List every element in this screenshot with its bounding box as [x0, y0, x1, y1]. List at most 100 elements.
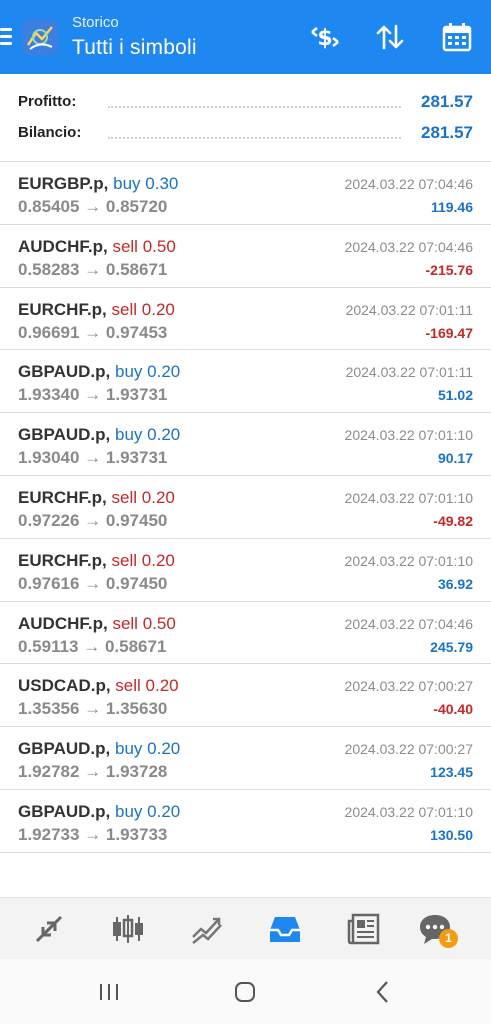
close-price: 1.93728: [105, 762, 168, 782]
calendar-icon[interactable]: [440, 20, 474, 54]
trade-time: 2024.03.22 07:00:27: [344, 678, 473, 695]
menu-icon[interactable]: [0, 28, 12, 46]
trade-time: 2024.03.22 07:04:46: [344, 238, 473, 255]
trade-volume: 0.30: [145, 174, 179, 193]
header-subtitle: Storico: [72, 14, 119, 31]
deposit-withdraw-icon[interactable]: $: [308, 20, 342, 54]
trade-direction: sell: [111, 487, 138, 507]
trade-header: GBPAUD.p, buy 0.20: [18, 739, 180, 759]
trade-symbol: AUDCHF.p,: [18, 236, 108, 256]
arrow-right-icon: →: [79, 197, 106, 216]
trade-symbol: GBPAUD.p,: [18, 801, 111, 821]
open-price: 0.85405: [18, 197, 80, 216]
open-price: 1.92733: [18, 824, 80, 844]
recent-apps-icon[interactable]: [94, 977, 124, 1007]
home-icon[interactable]: [230, 977, 260, 1007]
trade-prices: 0.97616 → 0.97450: [18, 574, 167, 594]
trade-symbol: EURGBP.p,: [18, 174, 109, 193]
balance-row: Bilancio: 281.57: [18, 123, 473, 148]
trade-row[interactable]: EURCHF.p, sell 0.20 0.97226 → 0.97450 2024…: [0, 476, 491, 539]
trade-profit: 51.02: [437, 387, 473, 404]
trade-row[interactable]: GBPAUD.p, buy 0.20 1.93340 → 1.93731 2024.…: [0, 350, 491, 414]
arrow-right-icon: →: [79, 762, 106, 782]
arrow-right-icon: →: [79, 824, 106, 844]
trade-volume: 0.20: [147, 739, 181, 759]
app-header: Storico Tutti i simboli $: [0, 0, 491, 74]
trade-row[interactable]: EURCHF.p, sell 0.20 0.97616 → 0.97450 2024…: [0, 539, 491, 602]
trade-header: AUDCHF.p, sell 0.50: [18, 614, 176, 634]
trade-volume: 0.20: [147, 801, 181, 821]
trade-direction: sell: [115, 676, 141, 696]
close-price: 1.93731: [105, 448, 168, 468]
trade-symbol: AUDCHF.p,: [18, 613, 108, 633]
back-icon[interactable]: [368, 977, 398, 1007]
close-price: 0.58671: [104, 636, 167, 656]
arrow-right-icon: →: [79, 322, 106, 342]
trade-time: 2024.03.22 07:01:10: [344, 427, 473, 444]
trade-time: 2024.03.22 07:01:11: [345, 301, 473, 318]
trade-header: GBPAUD.p, buy 0.20: [18, 425, 180, 445]
trade-volume: 0.20: [145, 676, 179, 696]
trade-time: 2024.03.22 07:01:10: [344, 489, 473, 506]
sort-icon[interactable]: [373, 20, 407, 54]
profit-row: Profitto: 281.57: [18, 92, 473, 117]
trade-symbol: USDCAD.p,: [18, 676, 111, 696]
trade-profit: -215.76: [425, 261, 473, 278]
trade-prices: 0.85405 → 0.85720: [18, 197, 167, 217]
trade-row[interactable]: AUDCHF.p, sell 0.50 0.59113 → 0.58671 2024…: [0, 602, 491, 665]
trade-history-list: EURGBP.p, buy 0.30 0.85405 → 0.85720 2024.…: [0, 162, 491, 853]
trade-icon[interactable]: [189, 911, 225, 947]
chart-icon[interactable]: [110, 911, 146, 947]
close-price: 0.97450: [105, 573, 168, 593]
trade-row[interactable]: AUDCHF.p, sell 0.50 0.58283 → 0.58671 2024…: [0, 225, 491, 288]
trade-profit: 245.79: [430, 638, 473, 655]
close-price: 0.58671: [105, 259, 168, 279]
trade-header: EURCHF.p, sell 0.20: [18, 300, 175, 320]
trade-row[interactable]: EURGBP.p, buy 0.30 0.85405 → 0.85720 2024.…: [0, 162, 491, 225]
trade-symbol: EURCHF.p,: [18, 299, 107, 319]
open-price: 1.35356: [18, 699, 80, 719]
system-navigation-bar: [0, 959, 491, 1024]
trade-prices: 1.92782 → 1.93728: [18, 762, 167, 782]
trade-time: 2024.03.22 07:01:11: [345, 364, 473, 381]
chat-icon[interactable]: 1: [417, 911, 458, 948]
news-icon[interactable]: [346, 911, 382, 947]
dotted-leader: [108, 106, 401, 108]
open-price: 0.58283: [18, 259, 80, 279]
trade-header: GBPAUD.p, buy 0.20: [18, 802, 180, 822]
trade-row[interactable]: EURCHF.p, sell 0.20 0.96691 → 0.97453 2024…: [0, 288, 491, 351]
profit-value: 281.57: [421, 92, 473, 111]
trade-header: EURGBP.p, buy 0.30: [18, 174, 178, 194]
trade-header: EURCHF.p, sell 0.20: [18, 551, 175, 571]
trade-volume: 0.20: [147, 362, 181, 382]
open-price: 1.93040: [18, 448, 80, 468]
trade-profit: -169.47: [425, 324, 473, 341]
trade-row[interactable]: USDCAD.p, sell 0.20 1.35356 → 1.35630 2024…: [0, 664, 491, 728]
trade-time: 2024.03.22 07:01:10: [344, 803, 473, 820]
app-logo: [22, 19, 58, 55]
trade-volume: 0.20: [141, 487, 175, 507]
trade-profit: 123.45: [430, 764, 473, 781]
trade-symbol: GBPAUD.p,: [18, 362, 111, 382]
trade-row[interactable]: GBPAUD.p, buy 0.20 1.93040 → 1.93731 2024.…: [0, 413, 491, 476]
trade-symbol: EURCHF.p,: [18, 550, 107, 570]
trade-symbol: EURCHF.p,: [18, 487, 107, 507]
open-price: 1.92782: [18, 762, 80, 782]
trade-direction: buy: [114, 362, 143, 382]
trade-profit: 90.17: [437, 450, 473, 467]
trade-row[interactable]: GBPAUD.p, buy 0.20 1.92782 → 1.93728 2024.…: [0, 727, 491, 790]
trade-symbol: GBPAUD.p,: [18, 739, 111, 759]
balance-label: Bilancio:: [18, 124, 82, 141]
quotes-icon[interactable]: [31, 911, 67, 947]
trade-volume: 0.20: [141, 550, 175, 570]
header-title[interactable]: Tutti i simboli: [72, 36, 197, 60]
trade-symbol: GBPAUD.p,: [18, 425, 111, 445]
svg-text:$: $: [317, 26, 332, 51]
trade-time: 2024.03.22 07:00:27: [344, 741, 473, 758]
history-icon[interactable]: [267, 911, 303, 947]
trade-profit: 36.92: [437, 575, 473, 592]
trade-prices: 1.93040 → 1.93731: [18, 448, 167, 468]
trade-row[interactable]: GBPAUD.p, buy 0.20 1.92733 → 1.93733 2024.…: [0, 790, 491, 853]
trade-direction: sell: [112, 236, 138, 256]
trade-direction: buy: [114, 425, 143, 445]
